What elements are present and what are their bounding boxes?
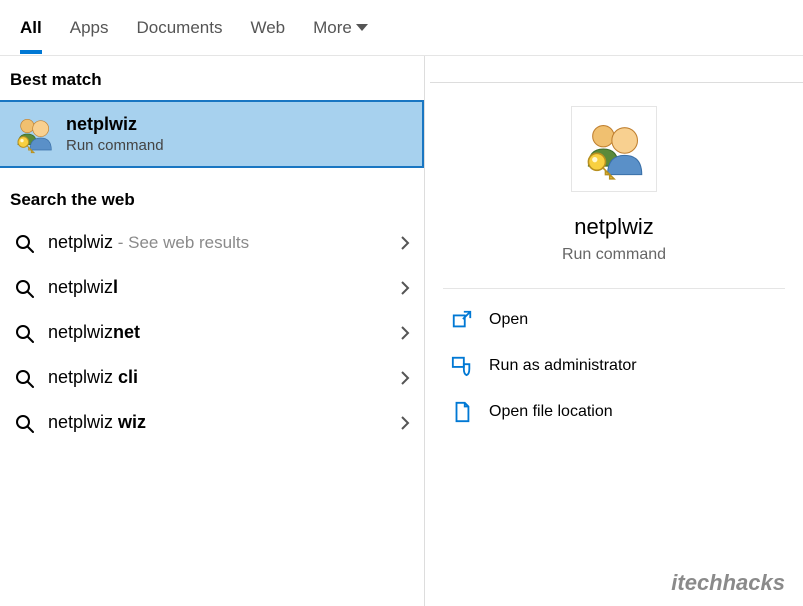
best-match-text: netplwiz Run command	[66, 114, 164, 154]
web-result[interactable]: netplwiz wiz	[0, 400, 424, 445]
tab-more-label: More	[313, 18, 352, 38]
tab-more[interactable]: More	[313, 18, 368, 52]
detail-header: netplwiz Run command	[443, 96, 785, 289]
open-location-label: Open file location	[489, 403, 613, 421]
file-location-icon	[451, 401, 473, 423]
detail-panel: netplwiz Run command Open Run as adminis…	[425, 56, 803, 606]
detail-icon-box	[571, 106, 657, 192]
web-result-text: netplwizl	[48, 277, 118, 298]
open-action[interactable]: Open	[443, 297, 785, 343]
chevron-right-icon	[400, 280, 410, 296]
web-result-text: netplwiz wiz	[48, 412, 146, 433]
chevron-right-icon	[400, 325, 410, 341]
search-icon	[14, 278, 34, 298]
run-admin-label: Run as administrator	[489, 357, 637, 375]
tab-documents[interactable]: Documents	[136, 18, 222, 52]
search-icon	[14, 233, 34, 253]
open-location-action[interactable]: Open file location	[443, 389, 785, 435]
search-icon	[14, 413, 34, 433]
results-panel: Best match netplwiz Run command Search t…	[0, 56, 425, 606]
best-match-title: netplwiz	[66, 114, 164, 135]
tab-web[interactable]: Web	[250, 18, 285, 52]
chevron-right-icon	[400, 370, 410, 386]
best-match-header: Best match	[0, 56, 424, 100]
web-result[interactable]: netplwiz cli	[0, 355, 424, 400]
search-tabs: All Apps Documents Web More	[0, 0, 803, 56]
users-key-icon	[14, 114, 54, 154]
search-icon	[14, 368, 34, 388]
detail-title: netplwiz	[574, 214, 653, 240]
search-icon	[14, 323, 34, 343]
web-result[interactable]: netplwiz - See web results	[0, 220, 424, 265]
web-result-text: netplwiz cli	[48, 367, 138, 388]
users-key-icon	[582, 117, 646, 181]
chevron-down-icon	[356, 24, 368, 31]
chevron-right-icon	[400, 415, 410, 431]
tab-apps[interactable]: Apps	[70, 18, 109, 52]
run-admin-action[interactable]: Run as administrator	[443, 343, 785, 389]
action-list: Open Run as administrator Open file loca…	[425, 289, 803, 443]
best-match-subtitle: Run command	[66, 137, 164, 154]
open-label: Open	[489, 311, 528, 329]
chevron-right-icon	[400, 235, 410, 251]
search-web-header: Search the web	[0, 176, 424, 220]
detail-subtitle: Run command	[562, 246, 666, 264]
best-match-result[interactable]: netplwiz Run command	[0, 100, 424, 168]
shield-admin-icon	[451, 355, 473, 377]
tab-all[interactable]: All	[20, 18, 42, 52]
web-result[interactable]: netplwiznet	[0, 310, 424, 355]
web-result[interactable]: netplwizl	[0, 265, 424, 310]
watermark: itechhacks	[671, 570, 785, 596]
divider	[430, 82, 803, 83]
open-icon	[451, 309, 473, 331]
web-result-text: netplwiz - See web results	[48, 232, 249, 253]
web-result-text: netplwiznet	[48, 322, 140, 343]
